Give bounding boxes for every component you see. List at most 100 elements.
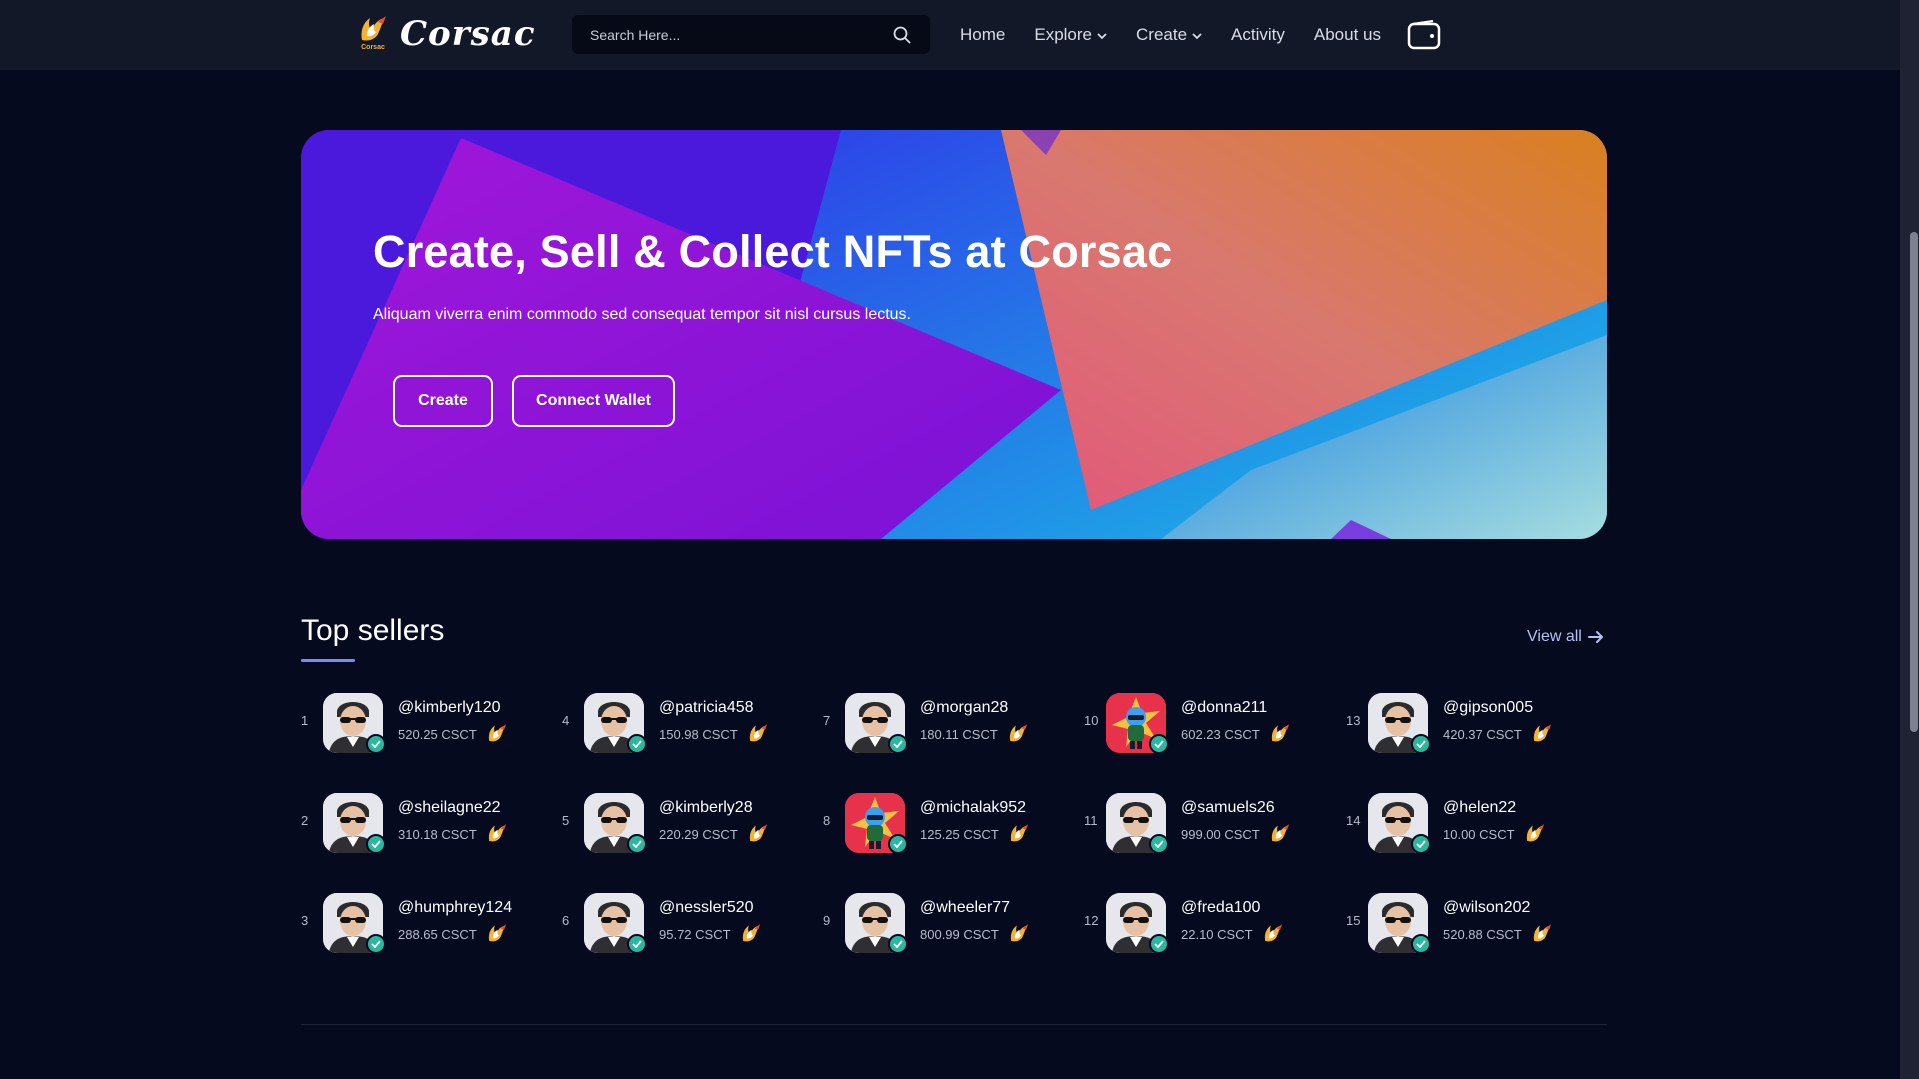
- seller-rank: 14: [1346, 813, 1361, 828]
- verified-check-icon: [366, 934, 386, 954]
- seller-card[interactable]: 15 @wilson202 520.88 CSCT: [1346, 891, 1596, 955]
- verified-check-icon: [1149, 934, 1169, 954]
- seller-card[interactable]: 13 @gipson005 420.37 CSCT: [1346, 691, 1596, 755]
- seller-card[interactable]: 14 @helen22 10.00 CSCT: [1346, 791, 1596, 855]
- verified-check-icon: [627, 934, 647, 954]
- section-title-top-sellers: Top sellers: [301, 614, 445, 647]
- seller-name[interactable]: @helen22: [1443, 799, 1516, 817]
- seller-amount: 288.65 CSCT: [398, 927, 477, 942]
- brand-sub-label: Corsac: [361, 44, 385, 51]
- seller-amount: 800.99 CSCT: [920, 927, 999, 942]
- verified-check-icon: [1411, 734, 1431, 754]
- csct-coin-icon: [485, 821, 509, 847]
- nav-explore-label: Explore: [1034, 25, 1092, 44]
- verified-check-icon: [1411, 834, 1431, 854]
- search-input[interactable]: [572, 15, 884, 54]
- search-bar: [572, 15, 930, 54]
- seller-rank: 7: [823, 713, 831, 728]
- verified-check-icon: [1149, 834, 1169, 854]
- nav-activity[interactable]: Activity: [1231, 25, 1285, 45]
- verified-check-icon: [888, 734, 908, 754]
- wallet-icon[interactable]: [1407, 19, 1441, 50]
- csct-coin-icon: [1007, 921, 1031, 947]
- csct-coin-icon: [746, 821, 770, 847]
- seller-rank: 6: [562, 913, 570, 928]
- csct-coin-icon: [746, 721, 770, 747]
- seller-name[interactable]: @patricia458: [659, 699, 754, 717]
- section-underline-dot: [347, 659, 354, 662]
- verified-check-icon: [366, 834, 386, 854]
- page-scrollbar-thumb[interactable]: [1910, 232, 1918, 732]
- seller-name[interactable]: @donna211: [1181, 699, 1267, 717]
- csct-coin-icon: [485, 921, 509, 947]
- seller-card[interactable]: 4 @patricia458 150.98 CSCT: [562, 691, 812, 755]
- verified-check-icon: [1411, 934, 1431, 954]
- seller-rank: 13: [1346, 713, 1361, 728]
- seller-rank: 4: [562, 713, 570, 728]
- nav-activity-label: Activity: [1231, 25, 1285, 44]
- seller-name[interactable]: @morgan28: [920, 699, 1008, 717]
- seller-card[interactable]: 3 @humphrey124 288.65 CSCT: [301, 891, 551, 955]
- seller-name[interactable]: @wheeler77: [920, 899, 1010, 917]
- seller-name[interactable]: @gipson005: [1443, 699, 1533, 717]
- seller-card[interactable]: 8 @michalak952 125.25 CSCT: [823, 791, 1073, 855]
- csct-coin-icon: [1530, 921, 1554, 947]
- seller-amount: 125.25 CSCT: [920, 827, 999, 842]
- fox-logo-icon: Corsac: [356, 14, 390, 54]
- connect-wallet-button[interactable]: Connect Wallet: [512, 375, 675, 427]
- seller-amount: 520.25 CSCT: [398, 727, 477, 742]
- csct-coin-icon: [1261, 921, 1285, 947]
- csct-coin-icon: [1530, 721, 1554, 747]
- nav-about[interactable]: About us: [1314, 25, 1381, 45]
- seller-card[interactable]: 2 @sheilagne22 310.18 CSCT: [301, 791, 551, 855]
- brand-logo[interactable]: Corsac Corsac: [356, 14, 536, 54]
- section-divider: [301, 1024, 1607, 1025]
- seller-card[interactable]: 12 @freda100 22.10 CSCT: [1084, 891, 1334, 955]
- seller-card[interactable]: 11 @samuels26 999.00 CSCT: [1084, 791, 1334, 855]
- view-all-label: View all: [1527, 628, 1582, 645]
- hero-subtitle: Aliquam viverra enim commodo sed consequ…: [373, 306, 911, 323]
- create-button[interactable]: Create: [393, 375, 493, 427]
- seller-name[interactable]: @humphrey124: [398, 899, 512, 917]
- brand-name: Corsac: [400, 14, 536, 54]
- csct-coin-icon: [1006, 721, 1030, 747]
- nav-create[interactable]: Create: [1136, 25, 1202, 45]
- seller-rank: 3: [301, 913, 309, 928]
- seller-rank: 2: [301, 813, 309, 828]
- seller-amount: 999.00 CSCT: [1181, 827, 1260, 842]
- seller-card[interactable]: 7 @morgan28 180.11 CSCT: [823, 691, 1073, 755]
- verified-check-icon: [627, 834, 647, 854]
- seller-card[interactable]: 10 @donna211 602.23 CSCT: [1084, 691, 1334, 755]
- seller-card[interactable]: 9 @wheeler77 800.99 CSCT: [823, 891, 1073, 955]
- seller-card[interactable]: 5 @kimberly28 220.29 CSCT: [562, 791, 812, 855]
- nav-explore[interactable]: Explore: [1034, 25, 1107, 45]
- nav-home[interactable]: Home: [960, 25, 1005, 45]
- verified-check-icon: [1149, 734, 1169, 754]
- seller-rank: 5: [562, 813, 570, 828]
- seller-name[interactable]: @nessler520: [659, 899, 754, 917]
- hero-banner: Create, Sell & Collect NFTs at Corsac Al…: [301, 130, 1607, 539]
- seller-amount: 22.10 CSCT: [1181, 927, 1253, 942]
- verified-check-icon: [888, 834, 908, 854]
- seller-amount: 10.00 CSCT: [1443, 827, 1515, 842]
- search-icon[interactable]: [884, 15, 920, 54]
- seller-name[interactable]: @michalak952: [920, 799, 1026, 817]
- seller-name[interactable]: @wilson202: [1443, 899, 1530, 917]
- seller-name[interactable]: @freda100: [1181, 899, 1260, 917]
- seller-name[interactable]: @kimberly28: [659, 799, 753, 817]
- csct-coin-icon: [1268, 821, 1292, 847]
- seller-amount: 602.23 CSCT: [1181, 727, 1260, 742]
- view-all-link[interactable]: View all: [1527, 628, 1604, 646]
- csct-coin-icon: [1268, 721, 1292, 747]
- seller-name[interactable]: @samuels26: [1181, 799, 1275, 817]
- seller-amount: 180.11 CSCT: [920, 727, 998, 742]
- nav-home-label: Home: [960, 25, 1006, 44]
- seller-name[interactable]: @sheilagne22: [398, 799, 501, 817]
- arrow-right-icon: [1587, 631, 1603, 643]
- seller-card[interactable]: 6 @nessler520 95.72 CSCT: [562, 891, 812, 955]
- csct-coin-icon: [1523, 821, 1547, 847]
- seller-card[interactable]: 1 @kimberly120 520.25 CSCT: [301, 691, 551, 755]
- chevron-down-icon: [1192, 32, 1202, 39]
- seller-rank: 9: [823, 913, 831, 928]
- seller-name[interactable]: @kimberly120: [398, 699, 501, 717]
